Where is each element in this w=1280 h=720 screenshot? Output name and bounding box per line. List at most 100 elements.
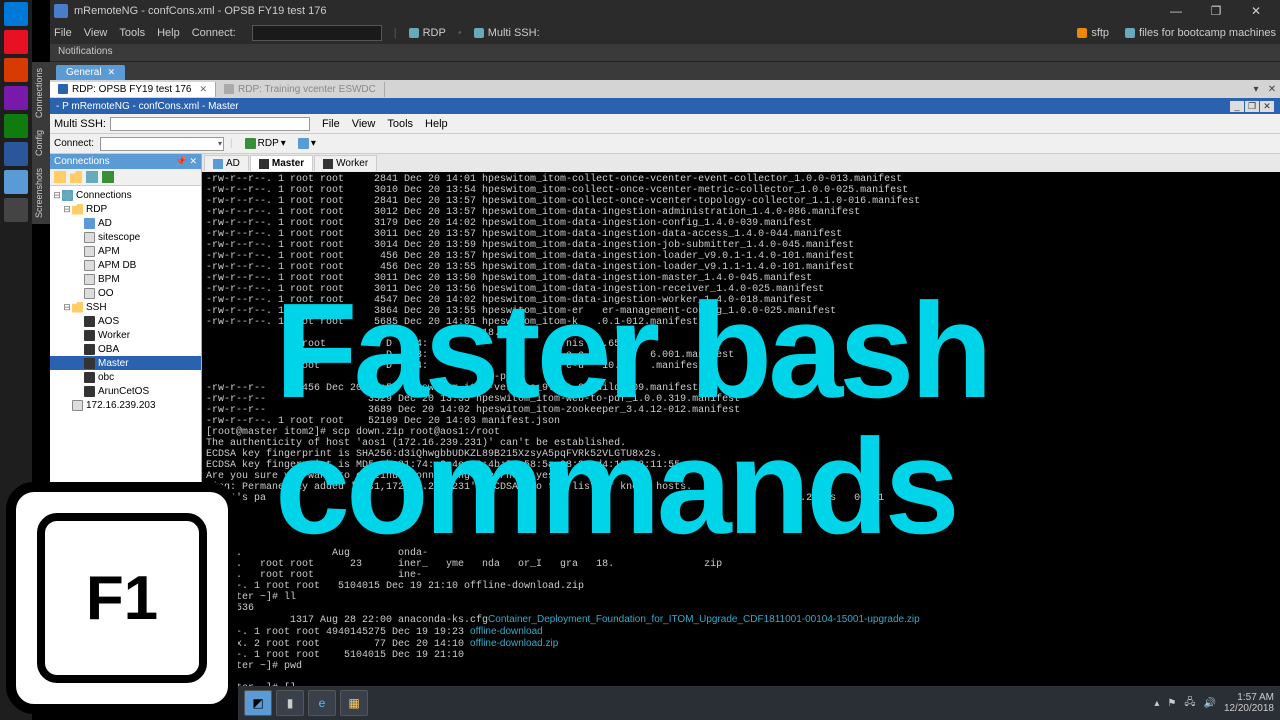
- pc-icon: [72, 400, 83, 411]
- new-folder-icon[interactable]: [70, 171, 82, 183]
- bc-close-icon[interactable]: ✕: [1260, 101, 1274, 112]
- folder-icon: [72, 204, 83, 215]
- inner-menu-tools[interactable]: Tools: [387, 118, 413, 130]
- doc-close-icon[interactable]: ✕: [1264, 84, 1280, 95]
- multissh-input[interactable]: [110, 117, 310, 131]
- taskbar-ie-icon[interactable]: e: [308, 690, 336, 716]
- tab-close-icon[interactable]: ✕: [108, 67, 116, 78]
- taskbar-mremote-icon[interactable]: ◩: [244, 690, 272, 716]
- maximize-button[interactable]: ❐: [1196, 0, 1236, 22]
- app-icon-5[interactable]: [4, 142, 28, 166]
- app-icon-7[interactable]: [4, 198, 28, 222]
- terminal-tabs: AD Master Worker: [202, 154, 1280, 172]
- pc-icon: [84, 274, 95, 285]
- connect-input[interactable]: [252, 25, 382, 41]
- pc-icon: [84, 288, 95, 299]
- connections-toolbar: [50, 169, 201, 186]
- ssh-node-icon: [84, 330, 95, 341]
- win-icon[interactable]: [4, 2, 28, 26]
- taskbar-cmd-icon[interactable]: ▮: [276, 690, 304, 716]
- sort-icon[interactable]: [86, 171, 98, 183]
- ssh-node-icon: [84, 358, 95, 369]
- globe-icon: [62, 190, 73, 201]
- rail-screenshots[interactable]: Screenshots: [32, 162, 46, 224]
- rdp-icon: [409, 28, 419, 38]
- menu-help[interactable]: Help: [157, 27, 180, 39]
- minimize-button[interactable]: —: [1156, 0, 1196, 22]
- play-icon: [245, 138, 256, 149]
- tray-net-icon[interactable]: 🖧: [1184, 695, 1195, 712]
- files-link[interactable]: files for bootcamp machines: [1125, 27, 1276, 39]
- pc-icon: [213, 159, 223, 169]
- terminal-output[interactable]: -rw-r--r--. 1 root root 2841 Dec 20 14:0…: [202, 172, 1280, 709]
- tray-up-icon[interactable]: ▴: [1154, 698, 1159, 709]
- notifications-bar[interactable]: Notifications: [50, 44, 1280, 62]
- menu-connect-label: Connect:: [192, 27, 236, 39]
- taskbar: ◩ ▮ e ▦ ▴ ⚑ 🖧 🔊 1:57 AM12/20/2018: [238, 686, 1280, 720]
- window-title: mRemoteNG - confCons.xml - OPSB FY19 tes…: [74, 5, 1156, 17]
- tray-flag-icon[interactable]: ⚑: [1167, 698, 1176, 709]
- doctab-inactive[interactable]: RDP: Training vcenter ESWDC: [216, 82, 385, 97]
- menu-view[interactable]: View: [84, 27, 108, 39]
- doc-dropdown-icon[interactable]: ▾: [1248, 84, 1264, 95]
- document-tabs: RDP: OPSB FY19 test 176✕ RDP: Training v…: [50, 80, 1280, 98]
- pc-icon: [84, 260, 95, 271]
- f1-key-graphic: F1: [6, 482, 238, 714]
- inner-menubar: Multi SSH: File View Tools Help: [50, 114, 1280, 134]
- taskbar-explorer-icon[interactable]: ▦: [340, 690, 368, 716]
- term-tab-worker[interactable]: Worker: [314, 155, 377, 171]
- menubar: File View Tools Help Connect: | RDP • Mu…: [50, 22, 1280, 44]
- inner-menu-file[interactable]: File: [322, 118, 340, 130]
- tray-clock[interactable]: 1:57 AM12/20/2018: [1224, 692, 1274, 714]
- files-icon: [1125, 28, 1135, 38]
- panel-close-icon[interactable]: ✕: [189, 156, 197, 166]
- rdp-tab-icon: [58, 84, 68, 94]
- doctab-active[interactable]: RDP: OPSB FY19 test 176✕: [50, 82, 216, 97]
- menu-tools[interactable]: Tools: [119, 27, 145, 39]
- sftp-link[interactable]: sftp: [1077, 27, 1109, 39]
- sort-az-icon[interactable]: [102, 171, 114, 183]
- connect-combo[interactable]: [100, 137, 224, 151]
- pc-icon: [84, 246, 95, 257]
- bc-max-icon[interactable]: ❐: [1245, 101, 1259, 112]
- inner-multissh-label: Multi SSH:: [54, 118, 106, 130]
- term-tab-master[interactable]: Master: [250, 155, 313, 171]
- tree-node-master[interactable]: Master: [50, 356, 201, 370]
- terminal-icon: [323, 159, 333, 169]
- rdp-proto-button[interactable]: RDP ▾: [241, 137, 290, 150]
- rail-config[interactable]: Config: [32, 124, 46, 162]
- tray-vol-icon[interactable]: 🔊: [1203, 698, 1215, 709]
- app-icon-1[interactable]: [4, 30, 28, 54]
- app-icon-2[interactable]: [4, 58, 28, 82]
- app-icon-6[interactable]: [4, 170, 28, 194]
- folder-icon: [72, 302, 83, 313]
- menu-file[interactable]: File: [54, 27, 72, 39]
- terminal-icon: [259, 159, 269, 169]
- rdp-tab-icon-2: [224, 84, 234, 94]
- rdp-quick[interactable]: RDP: [409, 27, 446, 39]
- term-tab-ad[interactable]: AD: [204, 155, 249, 171]
- inner-toolbar: Connect: ▾ | RDP ▾ ▾: [50, 134, 1280, 154]
- breadcrumb: - P mRemoteNG - confCons.xml - Master _❐…: [50, 98, 1280, 114]
- new-connection-icon[interactable]: [54, 171, 66, 183]
- bc-min-icon[interactable]: _: [1230, 101, 1244, 112]
- doctab-close-icon[interactable]: ✕: [200, 84, 208, 95]
- ssh-icon: [474, 28, 484, 38]
- options-button[interactable]: ▾: [294, 137, 320, 150]
- connections-header: Connections📌 ✕: [50, 154, 201, 169]
- sftp-icon: [1077, 28, 1087, 38]
- inner-menu-help[interactable]: Help: [425, 118, 448, 130]
- titlebar: mRemoteNG - confCons.xml - OPSB FY19 tes…: [50, 0, 1280, 22]
- rail-connections[interactable]: Connections: [32, 62, 46, 124]
- multissh-quick[interactable]: Multi SSH:: [474, 27, 540, 39]
- gear-icon: [298, 138, 309, 149]
- close-button[interactable]: ✕: [1236, 0, 1276, 22]
- general-tab[interactable]: General✕: [56, 65, 125, 80]
- pc-icon: [84, 232, 95, 243]
- ssh-node-icon: [84, 316, 95, 327]
- app-icon-4[interactable]: [4, 114, 28, 138]
- pin-icon[interactable]: 📌: [176, 156, 187, 166]
- inner-menu-view[interactable]: View: [352, 118, 376, 130]
- side-rail: Connections Config Screenshots: [32, 62, 50, 224]
- app-icon-3[interactable]: [4, 86, 28, 110]
